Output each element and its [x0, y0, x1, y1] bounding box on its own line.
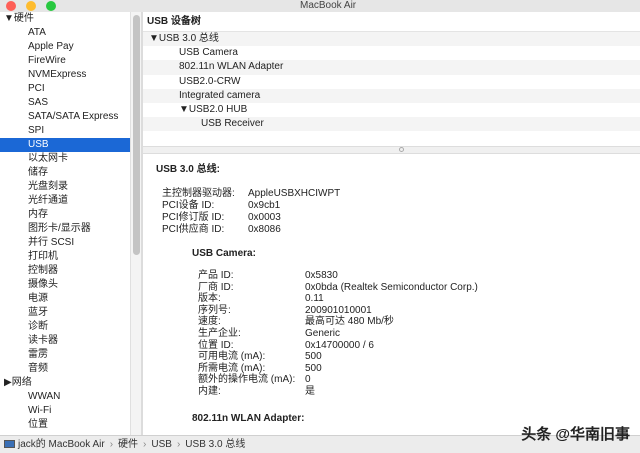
- prop-value: 0x5830: [305, 270, 338, 281]
- prop-value: 0: [305, 374, 311, 386]
- sidebar-item[interactable]: SAS: [0, 96, 130, 110]
- tree-row[interactable]: [143, 131, 640, 145]
- breadcrumb-item[interactable]: USB 3.0 总线: [185, 439, 245, 450]
- sidebar-item[interactable]: 读卡器: [0, 334, 130, 348]
- prop-value: 是: [305, 386, 315, 397]
- sidebar-item[interactable]: 以太网卡: [0, 152, 130, 166]
- sidebar-item[interactable]: 光盘刻录: [0, 180, 130, 194]
- bus-title: USB 3.0 总线:: [156, 164, 220, 175]
- sidebar-item[interactable]: Wi-Fi: [0, 404, 130, 418]
- sidebar-item[interactable]: NVMExpress: [0, 68, 130, 82]
- prop-value: 0x8086: [248, 224, 281, 235]
- tree-header: USB 设备树: [143, 12, 640, 32]
- sidebar-item[interactable]: 光纤通道: [0, 194, 130, 208]
- prop-label: 序列号:: [198, 304, 231, 316]
- sidebar-item[interactable]: SATA/SATA Express: [0, 110, 130, 124]
- prop-label: 位置 ID:: [198, 339, 234, 351]
- prop-label: 速度:: [198, 316, 221, 328]
- chevron-right-icon: ›: [176, 439, 181, 450]
- sidebar-item[interactable]: FireWire: [0, 54, 130, 68]
- sidebar-group[interactable]: ▼硬件: [0, 12, 130, 26]
- title-bar: MacBook Air: [0, 0, 640, 12]
- sidebar-item[interactable]: 并行 SCSI: [0, 236, 130, 250]
- sidebar-item[interactable]: SPI: [0, 124, 130, 138]
- prop-value: 0x0003: [248, 212, 281, 223]
- prop-label: 内建:: [198, 386, 221, 397]
- device-title: 802.11n WLAN Adapter:: [192, 413, 305, 424]
- sidebar-item[interactable]: 打印机: [0, 250, 130, 264]
- prop-value: 0x14700000 / 6: [305, 339, 374, 351]
- breadcrumb-item[interactable]: USB: [151, 439, 172, 450]
- sidebar-item[interactable]: USB: [0, 138, 130, 152]
- chevron-right-icon: ›: [109, 439, 114, 450]
- tree-row[interactable]: Integrated camera: [143, 88, 640, 103]
- sidebar-item[interactable]: 诊断: [0, 320, 130, 334]
- detail-pane: USB 3.0 总线: 主控制器驱动器: AppleUSBXHCIWPT PCI设备 …: [143, 155, 640, 435]
- sidebar-item[interactable]: 内存: [0, 208, 130, 222]
- prop-label: PCI设备 ID:: [162, 200, 215, 211]
- split-grip-icon: [399, 147, 404, 152]
- sidebar-group[interactable]: ▶网络: [0, 376, 130, 390]
- tree-row[interactable]: 802.11n WLAN Adapter: [143, 60, 640, 75]
- sidebar-item[interactable]: 位置: [0, 418, 130, 432]
- prop-value: Generic: [305, 328, 341, 339]
- prop-label: PCI供应商 ID:: [162, 224, 225, 235]
- scrollbar-thumb[interactable]: [133, 15, 140, 255]
- prop-value: 最高可达 480 Mb/秒: [305, 316, 394, 328]
- close-button[interactable]: [6, 1, 16, 11]
- sidebar-item[interactable]: PCI: [0, 82, 130, 96]
- tree-row[interactable]: ▼USB2.0 HUB: [143, 103, 640, 117]
- sidebar-item[interactable]: 储存: [0, 166, 130, 180]
- sidebar-item[interactable]: 蓝牙: [0, 306, 130, 320]
- breadcrumb-item[interactable]: jack的 MacBook Air: [18, 439, 105, 450]
- sidebar-item[interactable]: 图形卡/显示器: [0, 222, 130, 236]
- prop-value: 500: [305, 351, 322, 363]
- prop-label: 可用电流 (mA):: [198, 351, 266, 363]
- sidebar: ▼硬件 ATA Apple Pay FireWire NVMExpress PCI SAS S…: [0, 12, 130, 435]
- minimize-button[interactable]: [26, 1, 36, 11]
- sidebar-item[interactable]: ATA: [0, 26, 130, 40]
- zoom-button[interactable]: [46, 1, 56, 11]
- tree-row[interactable]: USB Receiver: [143, 117, 640, 132]
- tree-row[interactable]: USB Camera: [143, 46, 640, 60]
- sidebar-item[interactable]: 电源: [0, 292, 130, 306]
- tree-row[interactable]: USB2.0-CRW: [143, 75, 640, 89]
- split-handle[interactable]: [143, 146, 640, 154]
- tree-row[interactable]: ▼USB 3.0 总线: [143, 32, 640, 47]
- sidebar-scrollbar[interactable]: [130, 12, 141, 435]
- sidebar-item[interactable]: 音频: [0, 362, 130, 376]
- prop-value: 200901010001: [305, 304, 372, 316]
- watermark: 头条 @华南旧事: [521, 426, 630, 443]
- prop-value: 0x0bda (Realtek Semiconductor Corp.): [305, 281, 478, 293]
- prop-value: 0x9cb1: [248, 200, 281, 211]
- prop-label: 主控制器驱动器:: [162, 188, 235, 199]
- sidebar-item[interactable]: 雷雳: [0, 348, 130, 362]
- prop-value: 500: [305, 362, 322, 374]
- breadcrumb-item[interactable]: 硬件: [118, 439, 138, 450]
- prop-label: 所需电流 (mA):: [198, 362, 266, 374]
- window-title: MacBook Air: [300, 0, 357, 11]
- prop-label: 版本:: [198, 293, 221, 305]
- device-title: USB Camera:: [192, 248, 256, 259]
- prop-label: 生产企业:: [198, 328, 241, 339]
- prop-label: 厂商 ID:: [198, 281, 234, 293]
- prop-label: PCI修订版 ID:: [162, 212, 225, 223]
- prop-value: AppleUSBXHCIWPT: [248, 188, 341, 199]
- sidebar-item[interactable]: WWAN: [0, 390, 130, 404]
- prop-label: 额外的操作电流 (mA):: [198, 374, 296, 386]
- sidebar-item[interactable]: 摄像头: [0, 278, 130, 292]
- sidebar-item[interactable]: 控制器: [0, 264, 130, 278]
- prop-value: 0.11: [305, 293, 324, 305]
- sidebar-item[interactable]: Apple Pay: [0, 40, 130, 54]
- computer-icon: [4, 440, 15, 448]
- chevron-right-icon: ›: [143, 439, 147, 450]
- prop-label: 产品 ID:: [198, 270, 234, 281]
- usb-device-tree: USB 设备树 ▼USB 3.0 总线 USB Camera 802.11n WLA…: [143, 12, 640, 146]
